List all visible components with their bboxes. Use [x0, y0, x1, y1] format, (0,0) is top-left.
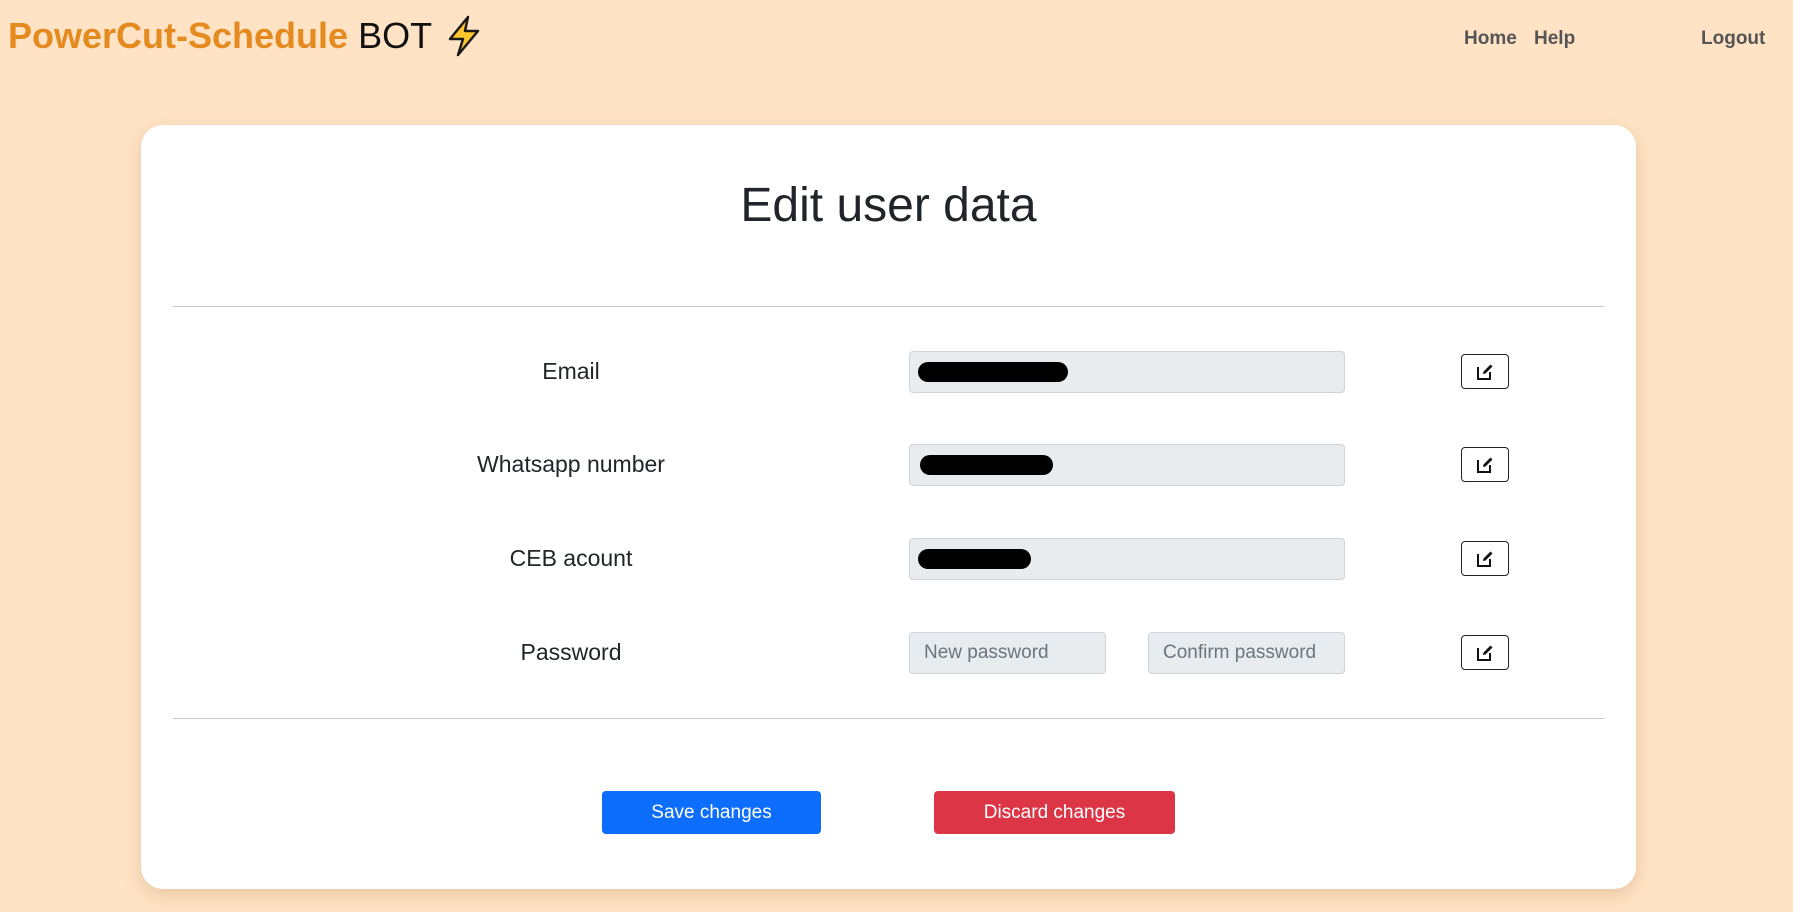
email-field[interactable] [909, 351, 1345, 393]
discard-changes-button[interactable]: Discard changes [934, 791, 1175, 834]
brand-secondary: BOT [358, 15, 433, 56]
redaction-mark [918, 362, 1068, 382]
redaction-mark [918, 549, 1031, 569]
edit-whatsapp-button[interactable] [1461, 447, 1509, 482]
edit-password-button[interactable] [1461, 635, 1509, 670]
brand-primary: PowerCut-Schedule [8, 15, 349, 56]
edit-ceb-account-button[interactable] [1461, 541, 1509, 576]
divider [173, 718, 1604, 719]
edit-icon [1477, 457, 1493, 473]
confirm-password-input[interactable] [1148, 632, 1345, 674]
edit-user-card: Edit user data Email Whatsapp number CEB… [141, 125, 1636, 889]
edit-email-button[interactable] [1461, 354, 1509, 389]
nav-home-link[interactable]: Home [1464, 28, 1517, 50]
whatsapp-field[interactable] [909, 444, 1345, 486]
edit-icon [1477, 364, 1493, 380]
ceb-account-label: CEB acount [509, 545, 633, 571]
password-label: Password [520, 639, 622, 665]
nav-logout-link[interactable]: Logout [1701, 28, 1765, 50]
navbar: PowerCut-Schedule BOT Home Help Logout [0, 0, 1793, 80]
new-password-input[interactable] [909, 632, 1106, 674]
redaction-mark [920, 455, 1053, 475]
whatsapp-label: Whatsapp number [477, 451, 665, 477]
lightning-bolt-icon [444, 14, 484, 58]
edit-icon [1477, 645, 1493, 661]
email-label: Email [542, 358, 600, 384]
save-changes-button[interactable]: Save changes [602, 791, 821, 834]
page-title: Edit user data [740, 179, 1037, 232]
edit-icon [1477, 551, 1493, 567]
ceb-account-field[interactable] [909, 538, 1345, 580]
divider [173, 306, 1604, 307]
nav-help-link[interactable]: Help [1534, 28, 1575, 50]
brand[interactable]: PowerCut-Schedule BOT [8, 14, 484, 58]
